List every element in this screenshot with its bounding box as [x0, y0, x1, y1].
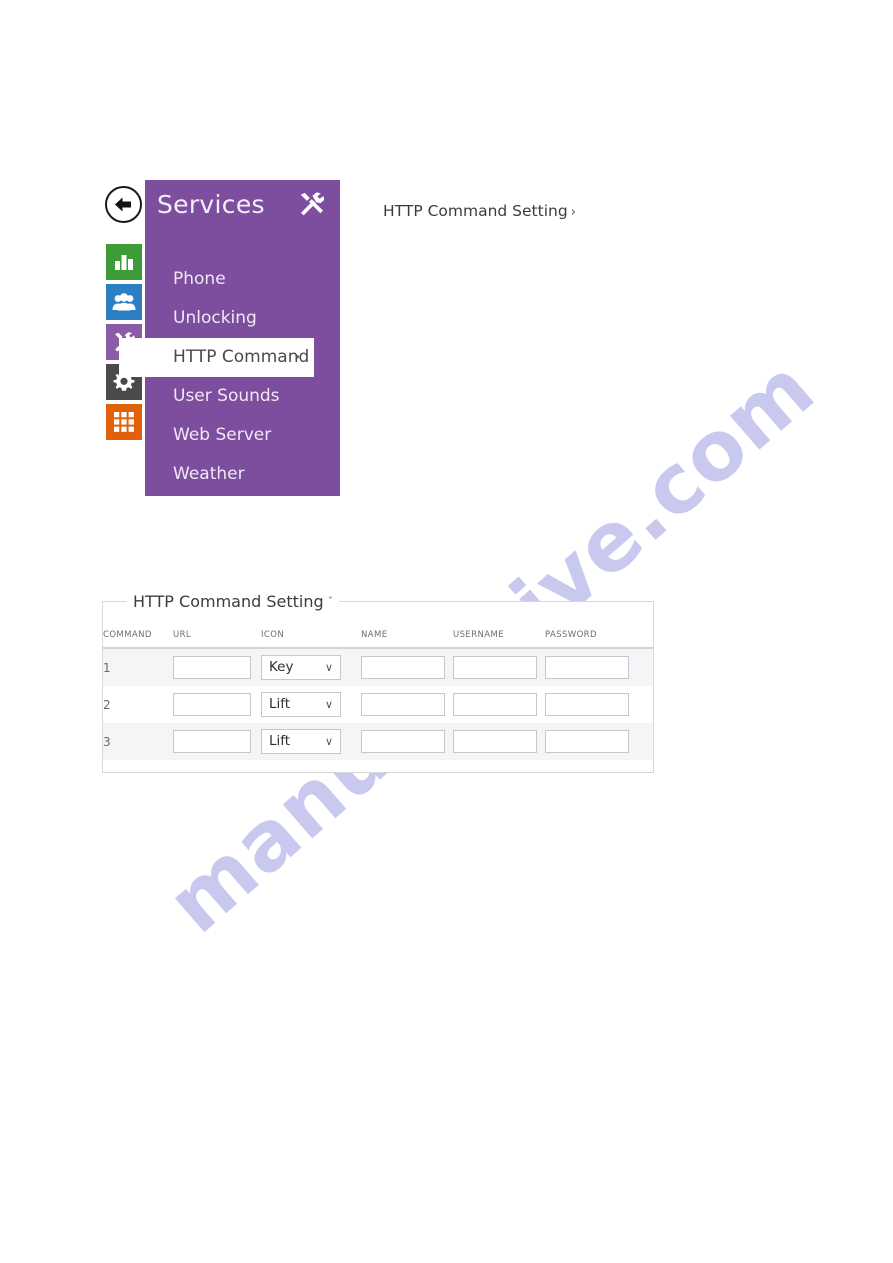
panel-title[interactable]: HTTP Command Setting ˇ	[127, 592, 340, 611]
menu-item-label: Unlocking	[173, 308, 257, 328]
column-header-username: USERNAME	[453, 624, 545, 649]
column-header-password: PASSWORD	[545, 624, 653, 649]
icon-select-value: Lift	[269, 696, 291, 712]
password-input[interactable]	[545, 730, 629, 753]
menu-item-label: HTTP Command	[173, 347, 310, 367]
column-header-icon: ICON	[261, 624, 361, 649]
username-input[interactable]	[453, 693, 537, 716]
chevron-right-icon: ›	[294, 349, 300, 365]
chevron-down-icon: ˇ	[327, 595, 334, 608]
password-input[interactable]	[545, 656, 629, 679]
back-button[interactable]	[105, 186, 142, 223]
table-row: 1 Key ∨	[103, 648, 653, 686]
menu-item-label: Phone	[173, 269, 226, 289]
chevron-down-icon: ∨	[324, 735, 333, 748]
icon-select[interactable]: Lift ∨	[261, 692, 341, 717]
sidebar-tile-status[interactable]	[106, 244, 142, 280]
menu-item-unlocking[interactable]: Unlocking	[145, 299, 340, 338]
table-row: 3 Lift ∨	[103, 723, 653, 760]
panel-title-text: HTTP Command Setting	[133, 592, 324, 611]
column-header-name: NAME	[361, 624, 453, 649]
row-command-number: 3	[103, 723, 173, 760]
caption-text: HTTP Command Setting	[383, 202, 568, 220]
icon-select[interactable]: Lift ∨	[261, 729, 341, 754]
icon-select-value: Lift	[269, 733, 291, 749]
username-input[interactable]	[453, 656, 537, 679]
tools-icon	[298, 191, 326, 222]
menu-item-label: User Sounds	[173, 386, 280, 406]
menu-item-label: Web Server	[173, 425, 272, 445]
arrow-left-icon	[113, 195, 134, 214]
sidebar-tile-directory[interactable]	[106, 284, 142, 320]
menu-item-label: Weather	[173, 464, 245, 484]
column-header-command: COMMAND	[103, 624, 173, 649]
url-input[interactable]	[173, 693, 251, 716]
username-input[interactable]	[453, 730, 537, 753]
menu-item-phone[interactable]: Phone	[145, 260, 340, 299]
row-command-number: 1	[103, 648, 173, 686]
url-input[interactable]	[173, 730, 251, 753]
table-row: 2 Lift ∨	[103, 686, 653, 723]
chevron-down-icon: ∨	[324, 698, 333, 711]
http-command-setting-caption: HTTP Command Setting ›	[383, 202, 576, 220]
name-input[interactable]	[361, 656, 445, 679]
menu-list: Phone Unlocking HTTP Command › User Soun…	[119, 260, 340, 494]
device-menu-widget: Services Phone Unlocking HTTP Command › …	[102, 180, 342, 500]
url-input[interactable]	[173, 656, 251, 679]
menu-item-weather[interactable]: Weather	[145, 455, 340, 494]
menu-item-user-sounds[interactable]: User Sounds	[145, 377, 340, 416]
http-command-setting-panel: HTTP Command Setting ˇ COMMAND URL ICON N…	[102, 592, 654, 773]
menu-item-web-server[interactable]: Web Server	[145, 416, 340, 455]
icon-select-value: Key	[269, 659, 294, 675]
directory-users-icon	[112, 292, 136, 312]
icon-select[interactable]: Key ∨	[261, 655, 341, 680]
http-command-table: COMMAND URL ICON NAME USERNAME PASSWORD …	[103, 624, 653, 760]
chevron-right-icon: ›	[570, 205, 576, 220]
name-input[interactable]	[361, 693, 445, 716]
password-input[interactable]	[545, 693, 629, 716]
menu-header: Services	[145, 180, 340, 232]
sidebar-tile-apps[interactable]	[106, 404, 142, 440]
menu-item-http-command[interactable]: HTTP Command ›	[119, 338, 314, 377]
apps-grid-icon	[113, 411, 135, 433]
page-title: Services	[157, 190, 265, 219]
chevron-down-icon: ∨	[324, 661, 333, 674]
table-header-row: COMMAND URL ICON NAME USERNAME PASSWORD	[103, 624, 653, 649]
status-bar-chart-icon	[113, 252, 135, 272]
row-command-number: 2	[103, 686, 173, 723]
services-menu-panel: Services Phone Unlocking HTTP Command › …	[119, 180, 340, 496]
column-header-url: URL	[173, 624, 261, 649]
name-input[interactable]	[361, 730, 445, 753]
